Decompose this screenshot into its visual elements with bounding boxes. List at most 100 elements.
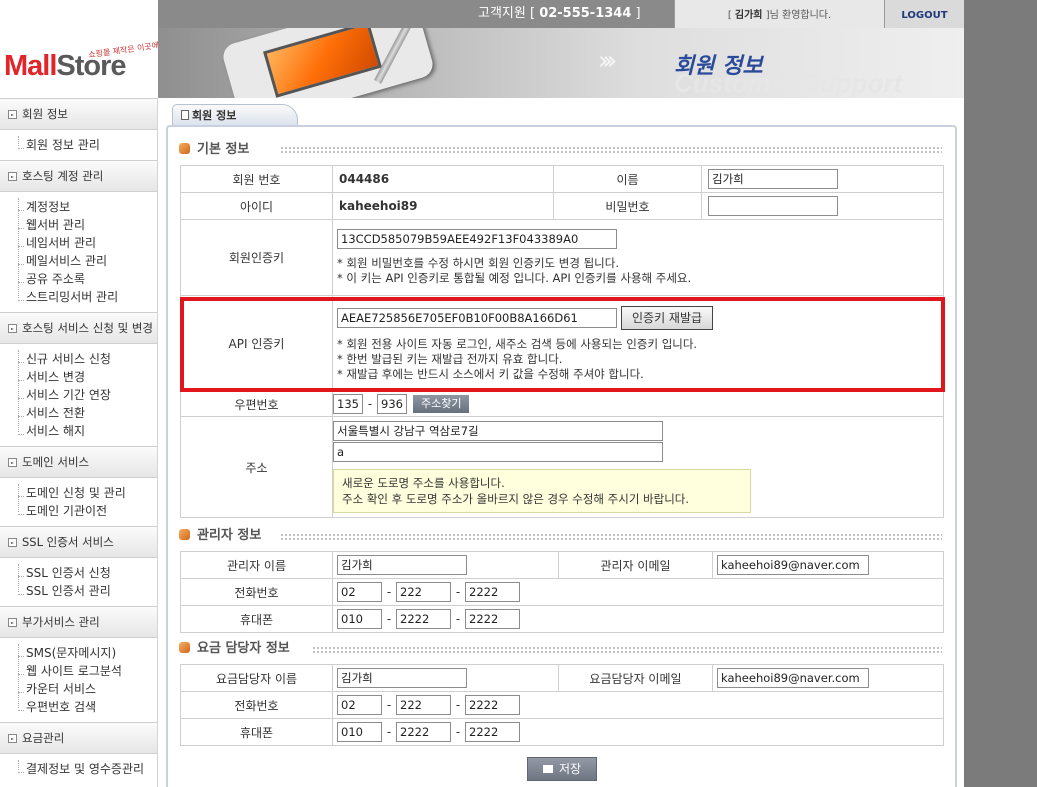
- sidebar-section-header[interactable]: 도메인 서비스: [0, 446, 157, 478]
- save-button[interactable]: 저장: [527, 757, 597, 781]
- admin-mobile-3[interactable]: 2222: [465, 609, 520, 629]
- sidebar-section-header[interactable]: 회원 정보: [0, 98, 157, 130]
- admin-info-table: 관리자 이름 김가희 관리자 이메일 kaheehoi89@naver.com …: [180, 551, 944, 633]
- support-label: 고객지원: [478, 6, 526, 21]
- sidebar-section-header[interactable]: SSL 인증서 서비스: [0, 526, 157, 558]
- billing-info-table: 요금담당자 이름 김가희 요금담당자 이메일 kaheehoi89@naver.…: [180, 664, 944, 746]
- password-field[interactable]: [708, 196, 838, 216]
- table-row: 아이디 kaheehoi89 비밀번호: [180, 192, 944, 220]
- name-field[interactable]: 김가희: [708, 169, 838, 189]
- billing-name-label: 요금담당자 이름: [180, 664, 333, 692]
- sidebar-item[interactable]: 웹서버 관리: [18, 216, 157, 234]
- sidebar-item[interactable]: 신규 서비스 신청: [18, 350, 157, 368]
- top-bar: 고객지원 [ 02-555-1344 ] [ 김가희 ]님 환영합니다. LOG…: [158, 0, 964, 28]
- expand-icon: [8, 323, 17, 333]
- sidebar-item[interactable]: SSL 인증서 관리: [18, 582, 157, 600]
- sidebar-item[interactable]: 네임서버 관리: [18, 234, 157, 252]
- billing-mobile-2[interactable]: 2222: [396, 722, 451, 742]
- sidebar-item[interactable]: 계정정보: [18, 198, 157, 216]
- address-note-2: 주소 확인 후 도로명 주소가 올바르지 않은 경우 수정해 주시기 바랍니다.: [342, 492, 690, 506]
- billing-mobile-3[interactable]: 2222: [465, 722, 520, 742]
- member-no-value: 044486: [332, 165, 554, 193]
- logo-area: MallStore 쇼핑몰 제작은 이곳에서!: [0, 0, 170, 98]
- logout-button[interactable]: LOGOUT: [884, 0, 964, 28]
- sidebar-item[interactable]: 공유 주소록: [18, 270, 157, 288]
- sidebar-item[interactable]: 서비스 변경: [18, 368, 157, 386]
- billing-email-field[interactable]: kaheehoi89@naver.com: [717, 668, 869, 688]
- zip-label: 우편번호: [180, 391, 333, 417]
- address-field-1[interactable]: 서울특별시 강남구 역삼로7길: [333, 421, 663, 441]
- admin-phone-2[interactable]: 222: [396, 582, 451, 602]
- address-search-button[interactable]: 주소찾기: [413, 395, 470, 413]
- address-notice: 새로운 도로명 주소를 사용합니다. 주소 확인 후 도로명 주소가 올바르지 …: [333, 469, 751, 513]
- sidebar-item[interactable]: 스트리밍서버 관리: [18, 288, 157, 306]
- table-row: 우편번호 135-936 주소찾기: [180, 391, 944, 417]
- sidebar-section-header[interactable]: 요금관리: [0, 722, 157, 754]
- page: MallStore 쇼핑몰 제작은 이곳에서! 회원 정보회원 정보 관리호스팅…: [0, 0, 964, 787]
- sidebar-section-title: SSL 인증서 서비스: [22, 535, 114, 549]
- table-row: 관리자 이름 김가희 관리자 이메일 kaheehoi89@naver.com: [180, 551, 944, 579]
- table-row: 전화번호 02-222-2222: [180, 691, 944, 719]
- banner-title: 회원 정보: [674, 54, 763, 79]
- sidebar-section-title: 부가서비스 관리: [22, 615, 100, 629]
- section-divider: [312, 646, 942, 654]
- sidebar-submenu: 신규 서비스 신청 서비스 변경 서비스 기간 연장 서비스 전환 서비스 해지: [0, 344, 157, 446]
- document-icon: [181, 110, 189, 120]
- admin-mobile-1[interactable]: 010: [337, 609, 382, 629]
- admin-email-label: 관리자 이메일: [558, 551, 713, 579]
- zip-field-1[interactable]: 135: [333, 394, 363, 414]
- table-row: 전화번호 02-222-2222: [180, 578, 944, 606]
- sidebar-item[interactable]: 결제정보 및 영수증관리: [18, 760, 157, 778]
- sidebar-section-title: 호스팅 계정 관리: [22, 169, 104, 183]
- billing-phone-label: 전화번호: [180, 691, 333, 719]
- auth-note-1: * 회원 비밀번호를 수정 하시면 회원 인증키도 변경 됩니다.: [337, 256, 619, 270]
- sidebar-item[interactable]: 서비스 기간 연장: [18, 386, 157, 404]
- table-row: 요금담당자 이름 김가희 요금담당자 이메일 kaheehoi89@naver.…: [180, 664, 944, 692]
- expand-icon: [8, 617, 17, 627]
- sidebar-section-header[interactable]: 호스팅 서비스 신청 및 변경: [0, 312, 157, 344]
- user-name: 김가희: [734, 10, 763, 21]
- section-title-text: 기본 정보: [197, 142, 250, 157]
- section-title-text: 요금 담당자 정보: [197, 641, 290, 656]
- name-label: 이름: [553, 165, 702, 193]
- tab-member-info[interactable]: 회원 정보: [172, 104, 298, 126]
- admin-phone-1[interactable]: 02: [337, 582, 382, 602]
- welcome-suffix: 님 환영합니다.: [769, 10, 832, 21]
- billing-phone-1[interactable]: 02: [337, 695, 382, 715]
- sidebar-item[interactable]: 카운터 서비스: [18, 680, 157, 698]
- pda-screen: [263, 28, 382, 98]
- logo-brand-a: Mall: [4, 50, 57, 82]
- admin-phone-label: 전화번호: [180, 578, 333, 606]
- billing-mobile-1[interactable]: 010: [337, 722, 382, 742]
- admin-mobile-2[interactable]: 2222: [396, 609, 451, 629]
- sidebar-item[interactable]: 웹 사이트 로그분석: [18, 662, 157, 680]
- sidebar-item[interactable]: 도메인 신청 및 관리: [18, 484, 157, 502]
- sidebar-item[interactable]: 회원 정보 관리: [18, 136, 157, 154]
- billing-phone-2[interactable]: 222: [396, 695, 451, 715]
- billing-name-field[interactable]: 김가희: [337, 668, 467, 688]
- save-label: 저장: [558, 762, 582, 776]
- admin-name-field[interactable]: 김가희: [337, 555, 467, 575]
- auth-key-field[interactable]: 13CCD585079B59AEE492F13F043389A0: [337, 229, 617, 249]
- admin-phone-3[interactable]: 2222: [465, 582, 520, 602]
- sidebar-item[interactable]: 서비스 해지: [18, 422, 157, 440]
- zip-field-2[interactable]: 936: [377, 394, 407, 414]
- auth-key-label: 회원인증키: [180, 219, 333, 296]
- sidebar-item[interactable]: 우편번호 검색: [18, 698, 157, 716]
- tab-label: 회원 정보: [192, 109, 237, 122]
- sidebar-item[interactable]: 메일서비스 관리: [18, 252, 157, 270]
- address-label: 주소: [180, 416, 333, 518]
- admin-email-field[interactable]: kaheehoi89@naver.com: [717, 555, 869, 575]
- sidebar-section-title: 회원 정보: [22, 107, 68, 121]
- sidebar-item[interactable]: 도메인 기관이전: [18, 502, 157, 520]
- address-field-2[interactable]: a: [333, 442, 663, 462]
- sidebar-item[interactable]: 서비스 전환: [18, 404, 157, 422]
- sidebar-section-header[interactable]: 부가서비스 관리: [0, 606, 157, 638]
- expand-icon: [8, 109, 17, 119]
- billing-phone-3[interactable]: 2222: [465, 695, 520, 715]
- sidebar-section-header[interactable]: 호스팅 계정 관리: [0, 160, 157, 192]
- sidebar-item[interactable]: SSL 인증서 신청: [18, 564, 157, 582]
- sidebar-submenu: 회원 정보 관리: [0, 130, 157, 160]
- sidebar: 회원 정보회원 정보 관리호스팅 계정 관리계정정보 웹서버 관리 네임서버 관리 메…: [0, 98, 158, 787]
- sidebar-item[interactable]: SMS(문자메시지): [18, 644, 157, 662]
